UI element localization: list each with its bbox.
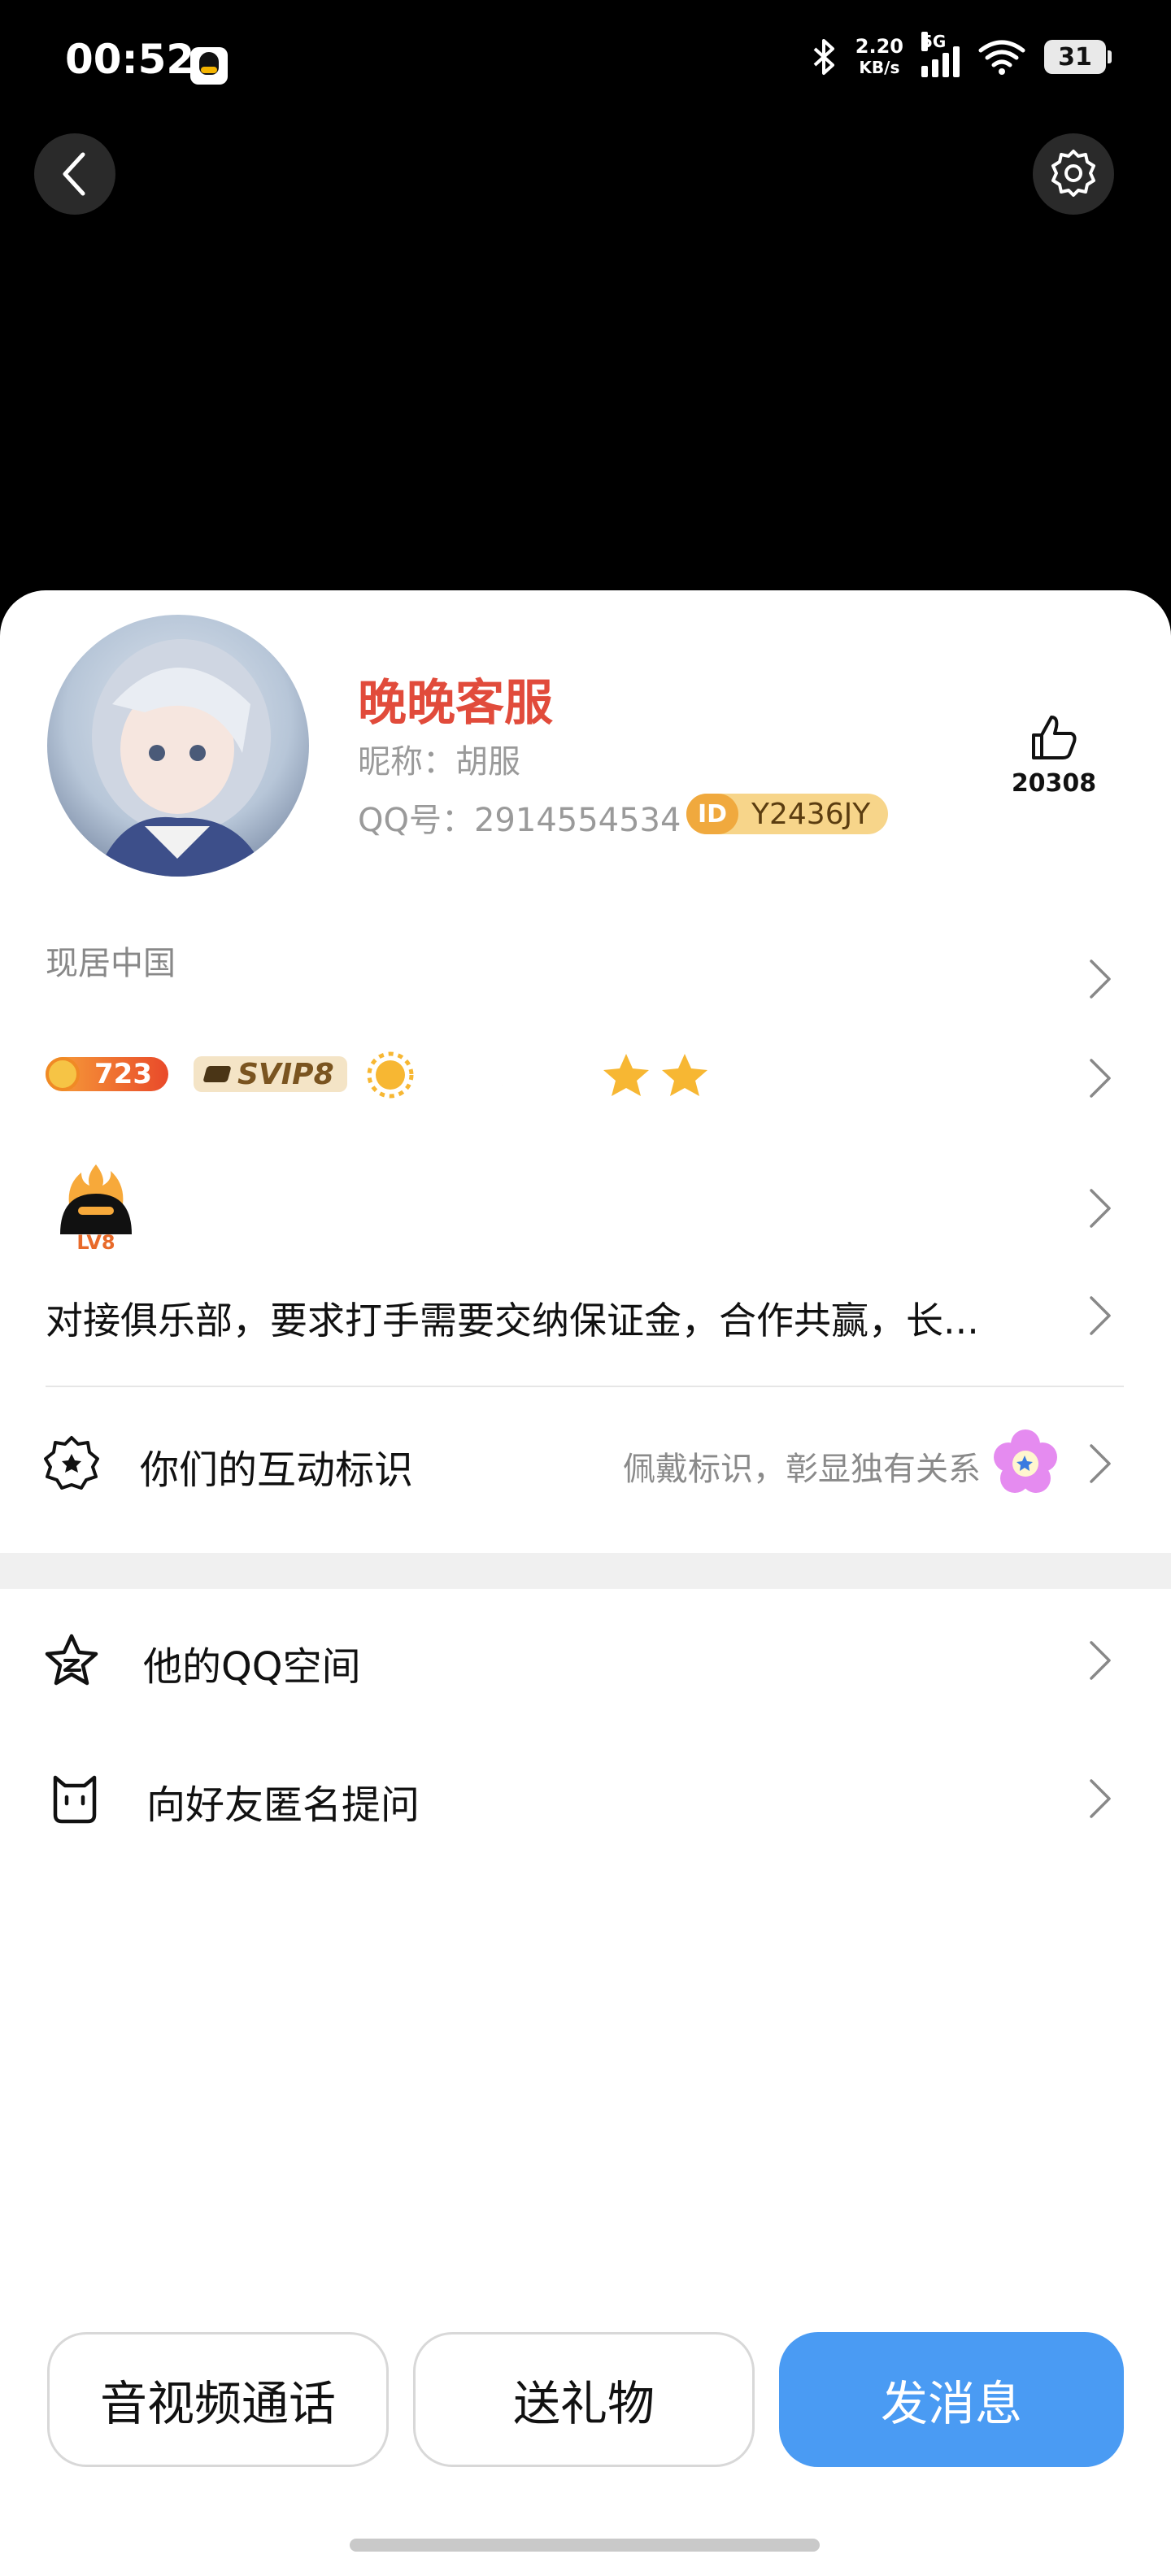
send-message-button[interactable]: 发消息 bbox=[779, 2332, 1124, 2467]
qq-level-badge-icon: LV8 bbox=[60, 1164, 132, 1252]
signature-row[interactable]: 对接俱乐部，要求打手需要交纳保证金，合作共赢，长... bbox=[0, 1273, 1171, 1355]
chevron-right-icon bbox=[1090, 1779, 1111, 1818]
like-button[interactable]: 20308 bbox=[1005, 712, 1103, 798]
wifi-icon bbox=[978, 40, 1025, 75]
settings-button[interactable] bbox=[1033, 133, 1114, 215]
cell-signal-icon: 5G bbox=[921, 32, 960, 77]
badges-row[interactable]: 723 SVIP8 bbox=[0, 1029, 1171, 1119]
level-icons bbox=[367, 1051, 707, 1099]
location-text: 现居中国 bbox=[46, 945, 176, 982]
video-call-button[interactable]: 音视频通话 bbox=[47, 2332, 389, 2467]
status-time: 00:52 bbox=[65, 36, 195, 83]
qq-level-row[interactable]: LV8 bbox=[0, 1151, 1171, 1257]
avatar-illustration bbox=[92, 639, 271, 877]
chevron-left-icon bbox=[63, 152, 85, 196]
badge-star-icon bbox=[44, 1436, 99, 1490]
star-icon bbox=[603, 1054, 707, 1096]
coin-icon bbox=[46, 1057, 80, 1091]
like-count: 20308 bbox=[1011, 769, 1097, 798]
profile-nickname: 昵称：胡服 bbox=[358, 743, 520, 781]
signature-text: 对接俱乐部，要求打手需要交纳保证金，合作共赢，长... bbox=[46, 1299, 979, 1342]
qq-number: QQ号：2914554534 bbox=[358, 802, 681, 839]
sun-icon bbox=[367, 1051, 414, 1099]
id-badge-value: Y2436JY bbox=[751, 797, 871, 831]
avatar[interactable] bbox=[47, 615, 309, 877]
qzone-star-icon bbox=[45, 1634, 98, 1686]
chevron-right-icon bbox=[1090, 1296, 1111, 1335]
thumbs-up-icon bbox=[1032, 716, 1077, 759]
flower-icon bbox=[994, 1429, 1057, 1493]
home-indicator[interactable] bbox=[350, 2539, 820, 2552]
profile-name: 晚晚客服 bbox=[358, 675, 553, 732]
cat-icon bbox=[53, 1775, 97, 1824]
back-button[interactable] bbox=[34, 133, 115, 215]
interaction-hint: 佩戴标识，彰显独有关系 bbox=[623, 1451, 981, 1488]
svip-badge: SVIP8 bbox=[194, 1056, 347, 1092]
gear-icon bbox=[1051, 150, 1095, 197]
interaction-row[interactable]: 你们的互动标识 佩戴标识，彰显独有关系 bbox=[0, 1412, 1171, 1509]
chevron-right-icon bbox=[1090, 1189, 1111, 1228]
status-icons: 2.20 KB/s 5G 31 bbox=[810, 32, 1112, 78]
qq-notification-icon bbox=[190, 47, 228, 85]
id-icon: ID bbox=[686, 794, 738, 834]
moon-icon bbox=[440, 1055, 584, 1094]
section-separator bbox=[0, 1553, 1171, 1589]
battery-indicator: 31 bbox=[1044, 40, 1112, 74]
divider bbox=[46, 1386, 1124, 1387]
profile-card: 晚晚客服 昵称：胡服 QQ号：2914554534 ID Y2436JY 203… bbox=[0, 590, 1171, 2576]
id-badge[interactable]: ID Y2436JY bbox=[686, 794, 889, 834]
chevron-right-icon bbox=[1090, 1059, 1111, 1098]
chevron-right-icon bbox=[1090, 959, 1111, 999]
bluetooth-icon bbox=[813, 39, 834, 75]
level-badge: 723 bbox=[46, 1057, 168, 1091]
menu-item-qzone[interactable]: 他的QQ空间 bbox=[0, 1599, 1171, 1721]
menu-item-label: 他的QQ空间 bbox=[143, 1644, 361, 1690]
crown-icon bbox=[202, 1066, 232, 1082]
interaction-label: 你们的互动标识 bbox=[140, 1447, 414, 1493]
chevron-right-icon bbox=[1090, 1641, 1111, 1680]
net-speed: 2.20 KB/s bbox=[855, 35, 903, 77]
location-row[interactable]: 现居中国 bbox=[0, 932, 1171, 1005]
menu-item-anonymous-question[interactable]: 向好友匿名提问 bbox=[0, 1737, 1171, 1859]
chevron-right-icon bbox=[1090, 1444, 1111, 1483]
menu-item-label: 向好友匿名提问 bbox=[146, 1782, 420, 1828]
svg-text:LV8: LV8 bbox=[76, 1231, 115, 1252]
send-gift-button[interactable]: 送礼物 bbox=[413, 2332, 755, 2467]
